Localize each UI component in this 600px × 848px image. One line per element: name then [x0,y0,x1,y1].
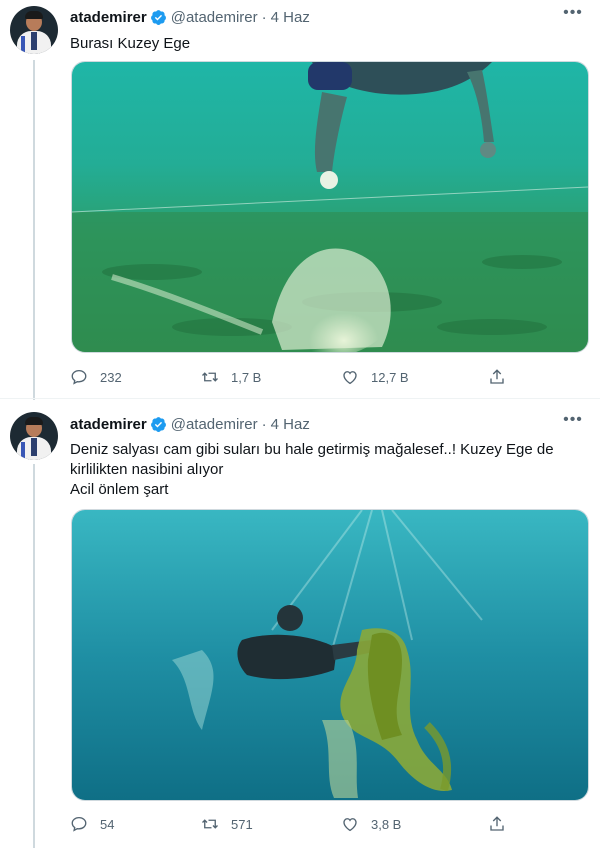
avatar[interactable] [10,6,58,54]
underwater-photo-1 [72,62,588,352]
retweet-button[interactable]: 1,7 B [201,368,261,386]
avatar[interactable] [10,412,58,460]
reply-icon [71,816,87,832]
tweet-text-line: Acil önlem şart [70,481,169,498]
tweet-text-line: Burası Kuzey Ege [70,35,191,52]
verified-badge-icon [150,416,166,432]
separator-dot: · [261,8,267,26]
more-options-icon[interactable]: ••• [562,5,584,28]
tweet-photo[interactable] [71,61,589,353]
separator-dot: · [261,415,267,433]
reply-button[interactable]: 54 [70,815,114,833]
tweet[interactable]: atademirer @atademirer · 4 Haz ••• Buras… [0,0,600,400]
tweet-date[interactable]: 4 Haz [271,9,310,26]
author-handle[interactable]: @atademirer [171,416,258,433]
reply-count: 232 [100,369,122,385]
more-options-icon[interactable]: ••• [562,412,584,435]
author-name[interactable]: atademirer [70,416,147,433]
tweet-date[interactable]: 4 Haz [271,416,310,433]
author-name[interactable]: atademirer [70,9,147,26]
share-button[interactable] [488,815,518,833]
like-icon [343,818,357,832]
like-count: 3,8 B [371,816,402,832]
share-icon [490,369,504,384]
retweet-icon [202,819,218,829]
like-button[interactable]: 12,7 B [341,368,409,386]
reply-button[interactable]: 232 [70,368,122,386]
retweet-button[interactable]: 571 [201,815,253,833]
underwater-photo-2 [72,510,588,800]
tweet-actions: 54 571 3,8 B [70,815,510,837]
tweet-divider [0,398,600,399]
retweet-count: 1,7 B [231,369,262,385]
share-icon [490,816,504,831]
like-icon [343,371,357,385]
thread-line [33,60,35,400]
like-button[interactable]: 3,8 B [341,815,401,833]
verified-badge-icon [150,9,166,25]
like-count: 12,7 B [371,369,409,385]
tweet-text: Deniz salyası cam gibi suları bu hale ge… [70,440,560,500]
tweet-text: Burası Kuzey Ege [70,34,570,54]
reply-icon [71,369,87,385]
tweet-header: atademirer @atademirer · 4 Haz [70,413,310,435]
tweet[interactable]: atademirer @atademirer · 4 Haz ••• Deniz… [0,400,600,848]
reply-count: 54 [100,816,115,832]
author-handle[interactable]: @atademirer [171,9,258,26]
retweet-icon [202,372,218,382]
tweet-actions: 232 1,7 B 12,7 B [70,368,510,390]
share-button[interactable] [488,368,518,386]
tweet-header: atademirer @atademirer · 4 Haz [70,6,310,28]
tweet-photo[interactable] [71,509,589,801]
retweet-count: 571 [231,816,253,832]
tweet-text-line: Deniz salyası cam gibi suları bu hale ge… [70,441,554,478]
thread-line [33,464,35,848]
